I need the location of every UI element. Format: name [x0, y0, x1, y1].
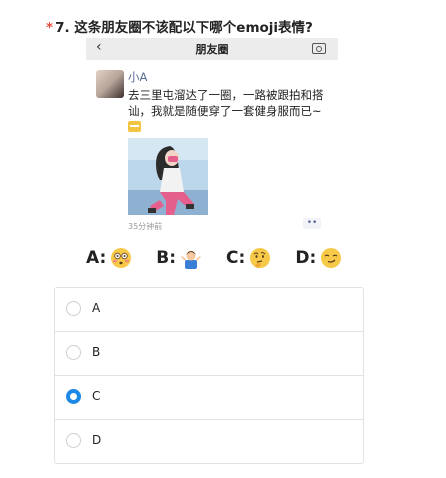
- emoji-option-a-label: A:: [86, 248, 107, 268]
- emoji-options-row: A: B: C: D:: [86, 245, 366, 271]
- radio-d[interactable]: [66, 433, 81, 448]
- smirking-face-icon: [321, 248, 342, 268]
- choice-d-label: D: [92, 433, 102, 447]
- radio-b[interactable]: [66, 345, 81, 360]
- post-username: 小A: [128, 70, 148, 84]
- emoji-option-c: C:: [226, 247, 271, 269]
- flushed-face-icon: [111, 248, 132, 268]
- required-marker: *: [46, 20, 54, 36]
- radio-a[interactable]: [66, 301, 81, 316]
- thinking-face-icon: [250, 248, 271, 268]
- post-photo: [128, 138, 208, 215]
- choice-c-label: C: [92, 389, 101, 403]
- choice-b-label: B: [92, 345, 101, 359]
- moments-title: 朋友圈: [195, 43, 229, 56]
- person-shrugging-icon: [181, 251, 202, 269]
- photo-illustration: [128, 138, 208, 215]
- emoji-option-c-label: C:: [226, 248, 246, 268]
- choice-b[interactable]: B: [55, 332, 363, 376]
- answer-choices: A B C D: [54, 287, 364, 464]
- choice-d[interactable]: D: [55, 420, 363, 463]
- grimace-emoji-icon: [128, 121, 141, 132]
- radio-c[interactable]: [66, 389, 81, 404]
- choice-a[interactable]: A: [55, 288, 363, 332]
- post-text-block: 去三里屯溜达了一圈，一路被跟拍和搭讪，我就是随便穿了一套健身服而已~: [128, 87, 328, 135]
- question-title: * 7. 这条朋友圈不该配以下哪个emoji表情?: [46, 16, 313, 36]
- post-text: 去三里屯溜达了一圈，一路被跟拍和搭讪，我就是随便穿了一套健身服而已~: [128, 88, 324, 118]
- more-actions-icon: ••: [303, 218, 321, 229]
- question-text: 7. 这条朋友圈不该配以下哪个emoji表情?: [55, 20, 313, 36]
- moments-screenshot: ‹ 朋友圈 小A 去三里屯溜达了一圈，一路被跟拍和搭讪，我就是随便穿了一套健身服…: [86, 38, 338, 236]
- emoji-option-b-label: B:: [156, 248, 177, 268]
- emoji-option-b: B:: [156, 247, 202, 269]
- post-timestamp: 35分钟前: [128, 222, 163, 231]
- emoji-option-d: D:: [295, 247, 342, 269]
- choice-a-label: A: [92, 301, 101, 315]
- choice-c[interactable]: C: [55, 376, 363, 420]
- emoji-option-d-label: D:: [295, 248, 317, 268]
- moments-header: ‹ 朋友圈: [86, 38, 338, 60]
- camera-icon: [312, 43, 326, 54]
- avatar: [96, 70, 124, 98]
- emoji-option-a: A:: [86, 247, 132, 269]
